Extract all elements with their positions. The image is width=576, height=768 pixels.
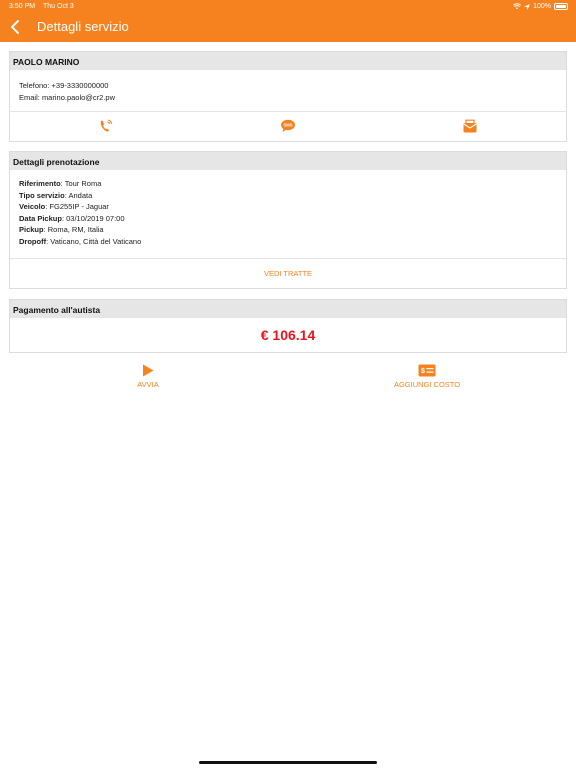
status-bar: 3:50 PM Thu Oct 3 100% (0, 0, 576, 14)
add-cost-button-label: AGGIUNGI COSTO (393, 380, 461, 389)
view-legs-link[interactable]: VEDI TRATTE (10, 259, 566, 288)
booking-row-service-type: Tipo servizio: Andata (19, 190, 566, 202)
row-value: : Roma, RM, Italia (43, 225, 104, 234)
row-label: Riferimento (19, 179, 61, 188)
contact-details: Telefono: +39-3330000000 Email: marino.p… (10, 70, 566, 112)
status-time: 3:50 PM (9, 3, 36, 10)
home-indicator (199, 761, 377, 764)
contact-card: PAOLO MARINO Telefono: +39-3330000000 Em… (9, 51, 567, 142)
row-label: Tipo servizio (19, 190, 65, 200)
row-value: : 03/10/2019 07:00 (61, 213, 125, 223)
location-arrow-icon (524, 3, 531, 10)
phone-icon[interactable] (98, 119, 114, 133)
booking-row-reference: Riferimento: Tour Roma (19, 178, 566, 190)
add-cost-button[interactable]: $ AGGIUNGI COSTO (387, 364, 467, 389)
row-value: : Andata (64, 190, 93, 200)
battery-icon (554, 3, 568, 10)
app-bar: 3:50 PM Thu Oct 3 100% Dettagli servizio (0, 0, 576, 42)
booking-row-pickup-date: Data Pickup: 03/10/2019 07:00 (19, 213, 566, 225)
play-icon (143, 364, 154, 377)
start-button-label: AVVIA (137, 380, 159, 389)
back-chevron-icon[interactable] (8, 18, 24, 36)
email-value: marino.paolo@cr2.pw (41, 92, 116, 102)
email-icon[interactable] (462, 119, 478, 133)
booking-row-vehicle: Veicolo: FG255IP - Jaguar (19, 201, 566, 213)
booking-card: Dettagli prenotazione Riferimento: Tour … (9, 151, 567, 289)
row-label: Dropoff (19, 236, 47, 246)
booking-row-pickup: Pickup: Roma, RM, Italia (19, 224, 566, 236)
contact-name: PAOLO MARINO (10, 52, 566, 70)
contact-actions: SMS (10, 112, 566, 141)
start-button[interactable]: AVVIA (128, 364, 168, 389)
row-label: Data Pickup (19, 213, 62, 223)
row-value: : Vaticano, Città del Vaticano (46, 236, 142, 246)
payment-card: Pagamento all'autista € 106.14 (9, 299, 567, 353)
booking-details: Riferimento: Tour Roma Tipo servizio: An… (10, 170, 566, 259)
row-value: : FG255IP - Jaguar (45, 202, 109, 211)
payment-amount: € 106.14 (260, 327, 316, 343)
phone-line: Telefono: +39-3330000000 (19, 80, 566, 92)
status-date: Thu Oct 3 (43, 3, 74, 10)
page-title: Dettagli servizio (37, 19, 129, 34)
booking-title: Dettagli prenotazione (10, 152, 566, 170)
svg-text:SMS: SMS (283, 123, 292, 128)
svg-text:$: $ (421, 368, 425, 375)
money-bill-icon: $ (418, 364, 436, 377)
row-value: : Tour Roma (60, 179, 102, 188)
phone-value: +39-3330000000 (51, 81, 109, 90)
sms-icon[interactable]: SMS (280, 119, 296, 133)
battery-percent: 100% (533, 3, 551, 10)
phone-label: Telefono: (19, 81, 50, 90)
row-label: Pickup (19, 225, 44, 234)
email-line: Email: marino.paolo@cr2.pw (19, 92, 566, 104)
row-label: Veicolo (19, 202, 46, 211)
status-indicators: 100% (513, 3, 568, 10)
payment-title: Pagamento all'autista (10, 300, 566, 318)
booking-row-dropoff: Dropoff: Vaticano, Città del Vaticano (19, 236, 566, 248)
wifi-icon (513, 3, 522, 10)
email-label: Email: (19, 92, 40, 102)
